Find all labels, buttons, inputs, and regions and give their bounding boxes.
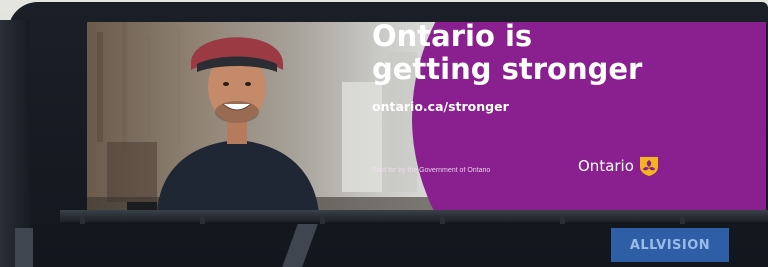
headline-line-2: getting stronger <box>372 52 643 86</box>
ontario-brand: Ontario <box>578 155 660 177</box>
light-fixture <box>680 216 685 224</box>
paid-for-disclaimer: Paid for by the Government of Ontario <box>372 167 491 174</box>
billboard-url: ontario.ca/stronger <box>372 99 509 114</box>
light-fixture <box>320 216 325 224</box>
support-strut <box>15 228 33 267</box>
light-fixture <box>440 216 445 224</box>
light-fixtures <box>60 216 768 224</box>
light-fixture <box>200 216 205 224</box>
operator-label: ALLVISION <box>629 237 711 253</box>
headline-line-1: Ontario is <box>372 19 533 53</box>
billboard-scene: Ontario is getting stronger ontario.ca/s… <box>0 0 768 267</box>
ontario-trillium-logo-icon <box>639 157 658 176</box>
light-fixture <box>560 216 565 224</box>
light-fixture <box>80 216 85 224</box>
brand-wordmark: Ontario <box>578 157 634 175</box>
billboard-headline: Ontario is getting stronger <box>372 20 672 86</box>
operator-sign: ALLVISION <box>611 228 729 262</box>
